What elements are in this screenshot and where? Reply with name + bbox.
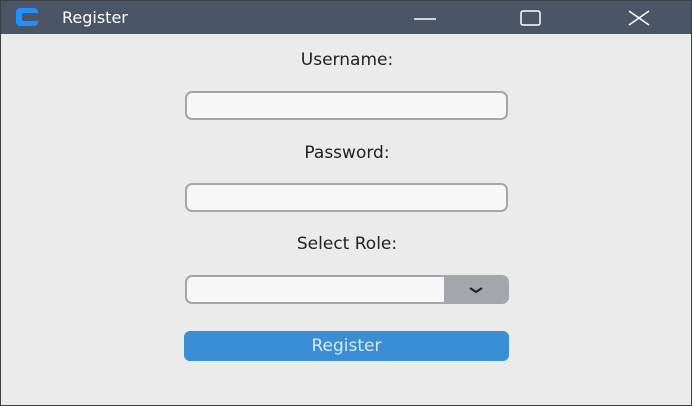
username-input[interactable] <box>185 91 508 120</box>
maximize-button[interactable] <box>508 1 554 34</box>
register-button[interactable]: Register <box>184 331 509 361</box>
role-select[interactable] <box>185 275 509 304</box>
minimize-button[interactable] <box>402 1 448 34</box>
chevron-down-icon <box>468 286 483 293</box>
role-label: Select Role: <box>296 234 398 254</box>
password-input[interactable] <box>185 183 508 212</box>
role-dropdown-button[interactable] <box>444 277 507 302</box>
close-icon <box>628 9 650 26</box>
register-window: Register Username: Password: Select Role… <box>0 0 692 406</box>
username-label: Username: <box>300 50 394 70</box>
window-title: Register <box>62 8 128 27</box>
title-bar[interactable]: Register <box>1 1 691 34</box>
minimize-icon <box>414 17 436 20</box>
close-button[interactable] <box>616 1 662 34</box>
app-logo-icon <box>16 8 38 26</box>
maximize-icon <box>520 9 541 26</box>
password-label: Password: <box>304 143 390 163</box>
